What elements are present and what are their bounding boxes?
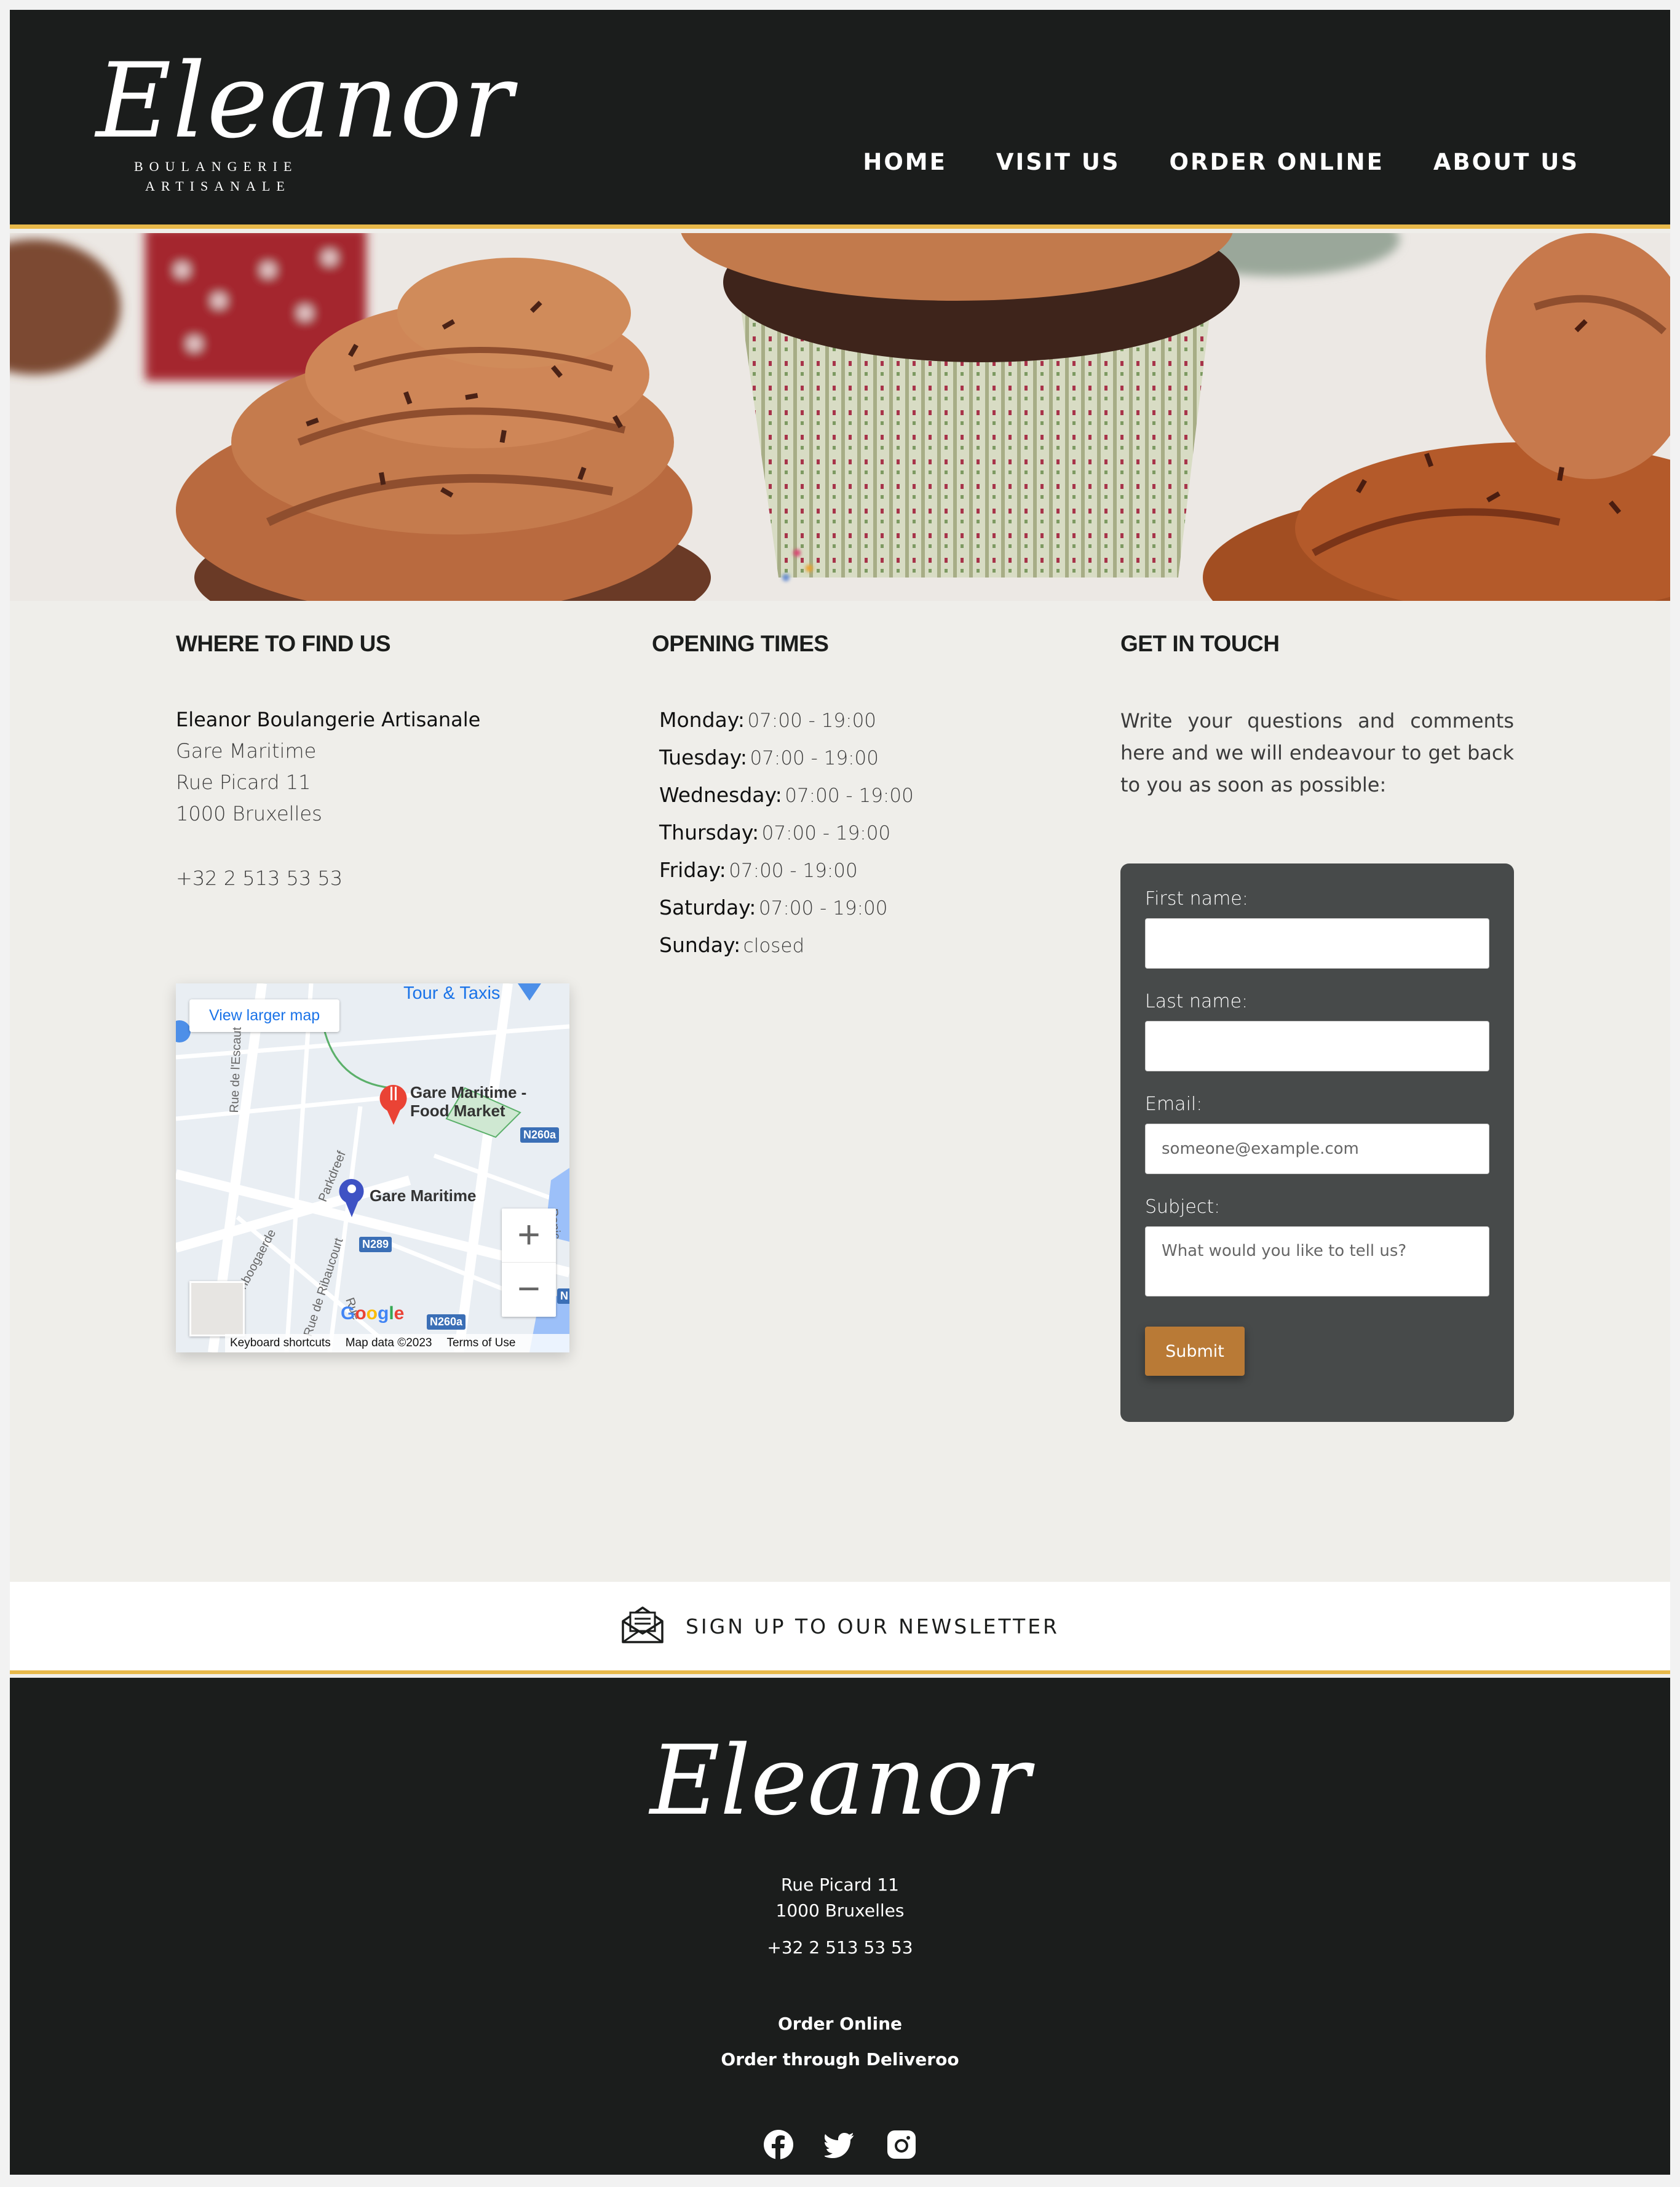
hours-time: 07:00 - 19:00 [747,710,877,732]
submit-button[interactable]: Submit [1145,1327,1245,1376]
map-street-escaut: Rue de l'Escaut [228,1026,244,1113]
footer-street: Rue Picard 11 [781,1875,899,1895]
main-nav: HOME VISIT US ORDER ONLINE ABOUT US [863,149,1579,175]
footer-phone[interactable]: +32 2 513 53 53 [10,1937,1670,1958]
hours-day: Sunday: [659,933,741,957]
hours-time: 07:00 - 19:00 [758,897,888,919]
terms-of-use-link[interactable]: Terms of Use [446,1336,515,1350]
hours-time: 07:00 - 19:00 [785,785,914,807]
first-name-label: First name: [1145,888,1248,910]
logo-subtitle-1: BOULANGERIE [134,159,298,174]
hours-time: 07:00 - 19:00 [750,747,879,769]
envelope-icon [620,1605,665,1648]
facebook-icon[interactable] [763,2129,794,2160]
hours-time: 07:00 - 19:00 [729,860,858,882]
hours-title: OPENING TIMES [652,631,829,656]
newsletter-label: SIGN UP TO OUR NEWSLETTER [685,1614,1060,1638]
address-line-2: Rue Picard 11 [176,771,311,794]
touch-description: Write your questions and comments here a… [1120,709,1514,796]
hours-day: Saturday: [659,895,756,919]
opening-hours-list: Monday: 07:00 - 19:00 Tuesday: 07:00 - 1… [659,708,914,970]
address-line-3: 1000 Bruxelles [176,802,322,825]
zoom-in-button[interactable]: + [502,1209,556,1263]
hours-row: Saturday: 07:00 - 19:00 [659,895,914,933]
subject-field[interactable] [1145,1226,1489,1296]
address-line-1: Gare Maritime [176,739,317,763]
map-label-food-market-2[interactable]: Food Market [410,1101,505,1121]
site-footer: Eleanor Rue Picard 11 1000 Bruxelles +32… [10,1678,1670,2175]
map-zoom-control: + − [502,1209,556,1317]
keyboard-shortcuts-link[interactable]: Keyboard shortcuts [230,1336,331,1350]
embedded-map[interactable]: View larger map Tour & Taxis Gare Mariti… [176,983,569,1352]
footer-deliveroo-link[interactable]: Order through Deliveroo [10,2049,1670,2070]
brand-logo[interactable]: Eleanor BOULANGERIE ARTISANALE [91,49,513,203]
first-name-field[interactable] [1145,918,1489,969]
footer-city: 1000 Bruxelles [775,1900,905,1921]
footer-logo[interactable]: Eleanor [10,1725,1670,1836]
map-label-food-market[interactable]: Gare Maritime - [410,1083,526,1102]
hours-day: Monday: [659,708,745,732]
hours-day: Wednesday: [659,783,782,807]
footer-order-online-link[interactable]: Order Online [10,2014,1670,2034]
nav-about-us[interactable]: ABOUT US [1433,149,1579,175]
nav-home[interactable]: HOME [863,149,947,175]
logo-script: Eleanor [96,41,514,161]
social-links [10,2129,1670,2160]
contact-form: First name: Last name: Email: Subject: S… [1120,863,1514,1422]
map-label-gare-maritime[interactable]: Gare Maritime [370,1186,476,1205]
map-badge-n260a: N260a [520,1127,560,1143]
map-footer: Keyboard shortcuts Map data ©2023 Terms … [225,1334,569,1352]
last-name-field[interactable] [1145,1021,1489,1071]
cupcakes-photo [10,233,1670,601]
business-name: Eleanor Boulangerie Artisanale [176,708,481,731]
touch-title: GET IN TOUCH [1120,631,1280,656]
hours-day: Thursday: [659,820,759,844]
nav-order-online[interactable]: ORDER ONLINE [1170,149,1384,175]
zoom-out-button[interactable]: − [502,1263,556,1317]
subject-label: Subject: [1145,1196,1221,1218]
map-badge-n289: N289 [359,1237,392,1252]
twitter-icon[interactable] [823,2129,855,2160]
instagram-icon[interactable] [886,2129,917,2160]
map-badge-n260a-2: N260a [427,1314,466,1330]
map-label-tour-taxis[interactable]: Tour & Taxis [403,983,500,1004]
hours-time: closed [743,935,805,957]
page: Eleanor BOULANGERIE ARTISANALE HOME VISI… [10,10,1670,2175]
hours-time: 07:00 - 19:00 [761,822,891,844]
hours-row: Friday: 07:00 - 19:00 [659,858,914,895]
map-data-credit: Map data ©2023 [345,1336,432,1349]
where-title: WHERE TO FIND US [176,631,391,656]
hours-day: Friday: [659,858,726,882]
hours-row: Wednesday: 07:00 - 19:00 [659,783,914,820]
street-view-button[interactable] [189,1281,245,1336]
hours-row: Tuesday: 07:00 - 19:00 [659,745,914,783]
email-label: Email: [1145,1094,1203,1115]
hours-day: Tuesday: [659,745,747,769]
hours-row: Monday: 07:00 - 19:00 [659,708,914,745]
last-name-label: Last name: [1145,991,1248,1012]
email-field[interactable] [1145,1124,1489,1174]
view-larger-map-link[interactable]: View larger map [189,999,340,1032]
logo-subtitle-2: ARTISANALE [145,178,291,194]
nav-visit-us[interactable]: VISIT US [996,149,1120,175]
newsletter-signup[interactable]: SIGN UP TO OUR NEWSLETTER [10,1582,1670,1674]
hours-row: Thursday: 07:00 - 19:00 [659,820,914,858]
site-header: Eleanor BOULANGERIE ARTISANALE HOME VISI… [10,10,1670,229]
google-logo: Google [341,1303,405,1324]
phone-number[interactable]: +32 2 513 53 53 [176,867,343,890]
map-badge-n: N [557,1288,569,1304]
hours-row: Sunday: closed [659,933,914,970]
hero-image [10,233,1670,601]
